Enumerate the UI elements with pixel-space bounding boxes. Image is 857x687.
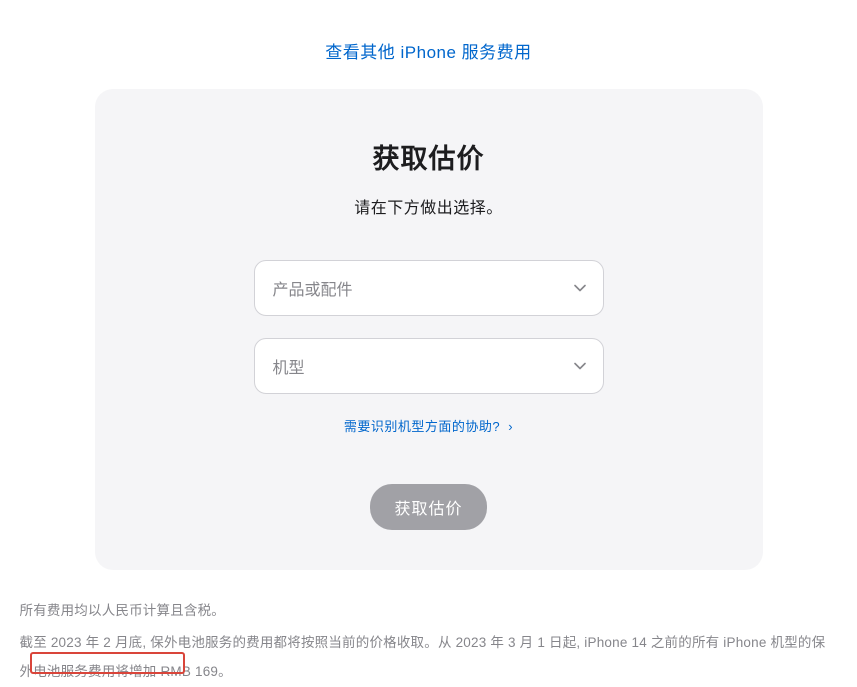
help-link-label: 需要识别机型方面的协助? (344, 419, 500, 434)
get-estimate-button[interactable]: 获取估价 (370, 484, 486, 530)
footer-line-1: 所有费用均以人民币计算且含税。 (20, 596, 838, 626)
model-select-placeholder: 机型 (273, 354, 305, 378)
chevron-down-icon (573, 281, 587, 295)
chevron-down-icon (573, 359, 587, 373)
product-select-placeholder: 产品或配件 (273, 276, 353, 300)
model-select[interactable]: 机型 (254, 338, 604, 394)
footer-notes: 所有费用均以人民币计算且含税。 截至 2023 年 2 月底, 保外电池服务的费… (14, 596, 844, 687)
card-title: 获取估价 (125, 137, 733, 176)
card-subtitle: 请在下方做出选择。 (125, 194, 733, 218)
identify-model-help-link[interactable]: 需要识别机型方面的协助? › (344, 419, 513, 434)
product-select[interactable]: 产品或配件 (254, 260, 604, 316)
estimate-card: 获取估价 请在下方做出选择。 产品或配件 机型 需要识别机型方面的协助? › 获… (95, 89, 763, 570)
chevron-right-icon: › (508, 419, 513, 434)
other-services-link[interactable]: 查看其他 iPhone 服务费用 (325, 43, 531, 62)
footer-line-2: 截至 2023 年 2 月底, 保外电池服务的费用都将按照当前的价格收取。从 2… (20, 628, 838, 687)
